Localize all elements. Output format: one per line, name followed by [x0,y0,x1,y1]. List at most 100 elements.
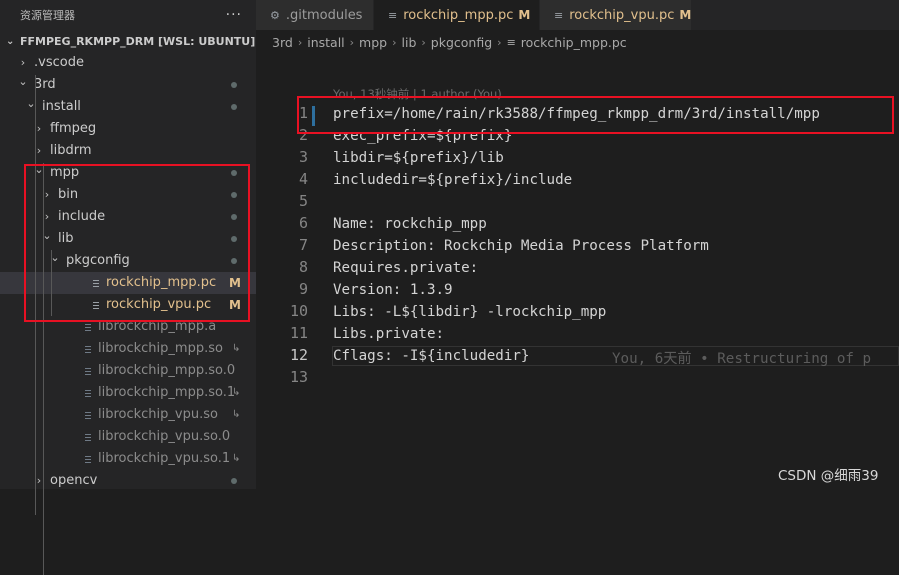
watermark: CSDN @细雨39 [778,468,879,484]
code-line[interactable]: prefix=/home/rain/rk3588/ffmpeg_rkmpp_dr… [333,106,820,122]
code-editor[interactable]: You, 13秒钟前 | 1 author (You) 1 prefix=/hom… [256,54,899,489]
file-lines-icon [84,323,92,333]
tab-gitmodules[interactable]: ⚙ .gitmodules [256,0,374,30]
file-lines-icon: ≡ [554,8,564,22]
code-line[interactable]: Name: rockchip_mpp [333,216,487,232]
file-item[interactable]: librockchip_vpu.so.0 [0,426,256,448]
folder-item[interactable]: ⌄ mpp [0,162,256,184]
settings-file-icon: ⚙ [270,8,280,22]
line-number: 10 [289,302,308,320]
modified-badge: M [229,298,241,312]
indent-guide [51,250,52,316]
chevron-down-icon: ⌄ [6,35,15,47]
code-line[interactable]: includedir=${prefix}/include [333,172,572,188]
tree-item-label: include [58,209,106,224]
file-lines-icon [84,455,92,465]
tree-item-label: librockchip_vpu.so.0 [98,429,231,444]
workspace-name: FFMPEG_RKMPP_DRM [WSL: UBUNTU] [20,34,256,48]
breadcrumb-item[interactable]: mpp [359,35,387,50]
file-lines-icon: ≡ [388,8,398,22]
git-status-dot [231,192,237,198]
line-number: 5 [298,192,308,210]
tab-rockchip-mpp[interactable]: ≡ rockchip_mpp.pc M × [374,0,551,30]
tab-label: rockchip_vpu.pc [569,7,675,23]
line-number: 9 [298,280,308,298]
explorer-header: 资源管理器 ··· [0,0,256,30]
file-lines-icon [92,301,100,311]
codelens-blame[interactable]: You, 13秒钟前 | 1 author (You) [333,86,502,102]
code-line[interactable]: Libs: -L${libdir} -lrockchip_mpp [333,304,606,320]
git-status-dot [231,214,237,220]
code-line[interactable]: Version: 1.3.9 [333,282,453,298]
folder-item[interactable]: ⌄ lib [0,228,256,250]
tab-rockchip-vpu[interactable]: ≡ rockchip_vpu.pc M [540,0,692,30]
line-number: 6 [298,214,308,232]
breadcrumb: 3rd › install › mpp › lib › pkgconfig › … [256,30,899,54]
more-actions-icon[interactable]: ··· [226,7,242,23]
git-status-dot [231,82,237,88]
tree-item-label: librockchip_mpp.so.1 [98,385,236,400]
file-item[interactable]: rockchip_vpu.pc M [0,294,256,316]
tree-item-label: librockchip_vpu.so.1 [98,451,231,466]
file-item[interactable]: librockchip_mpp.so.0 [0,360,256,382]
explorer-sidebar: 资源管理器 ··· ⌄ FFMPEG_RKMPP_DRM [WSL: UBUNT… [0,0,256,575]
tree-item-label: bin [58,187,79,202]
tree-item-label: .vscode [34,55,84,70]
line-number: 7 [298,236,308,254]
file-item[interactable]: librockchip_mpp.so.1 ↳ [0,382,256,404]
file-item[interactable]: librockchip_vpu.so.1 ↳ [0,448,256,470]
file-item[interactable]: librockchip_mpp.so ↳ [0,338,256,360]
workspace-section[interactable]: ⌄ FFMPEG_RKMPP_DRM [WSL: UBUNTU] [0,30,256,52]
file-lines-icon [84,389,92,399]
chevron-right-icon: › [421,35,426,49]
file-item[interactable]: librockchip_vpu.so ↳ [0,404,256,426]
code-line[interactable]: libdir=${prefix}/lib [333,150,504,166]
folder-item[interactable]: › .vscode [0,52,256,74]
tree-item-label: mpp [50,165,80,180]
modified-line-indicator [312,106,315,126]
line-number: 3 [298,148,308,166]
file-item[interactable]: librockchip_mpp.a [0,316,256,338]
symlink-icon: ↳ [232,387,241,398]
tree-item-label: rockchip_vpu.pc [106,297,212,312]
code-line[interactable]: Requires.private: [333,260,478,276]
breadcrumb-item[interactable]: lib [402,35,417,50]
tree-item-label: pkgconfig [66,253,130,268]
tree-item-label: install [42,99,81,114]
tree-item-label: rockchip_mpp.pc [106,275,217,290]
code-line[interactable]: Cflags: -I${includedir} [333,348,529,364]
line-number: 13 [289,368,308,386]
git-status-dot [231,478,237,484]
file-tree: › .vscode ⌄ 3rd ⌄ install › ffmpeg › libdrm ⌄ mpp › b… [0,52,256,575]
file-lines-icon [84,433,92,443]
folder-item[interactable]: › include [0,206,256,228]
breadcrumb-item[interactable]: install [307,35,344,50]
folder-item[interactable]: ⌄ pkgconfig [0,250,256,272]
modified-badge: M [229,276,241,290]
code-line[interactable]: Description: Rockchip Media Process Plat… [333,238,709,254]
modified-badge: M [679,8,692,22]
breadcrumb-item[interactable]: 3rd [272,35,293,50]
line-number: 4 [298,170,308,188]
code-line[interactable]: Libs.private: [333,326,444,342]
code-line[interactable]: exec_prefix=${prefix} [333,128,512,144]
line-number: 12 [289,346,308,364]
breadcrumb-item[interactable]: rockchip_mpp.pc [521,35,627,50]
git-status-dot [231,104,237,110]
breadcrumb-item[interactable]: pkgconfig [431,35,492,50]
file-lines-icon [84,411,92,421]
tree-item-label: librockchip_mpp.so [98,341,223,356]
file-item[interactable]: rockchip_mpp.pc M [0,272,256,294]
folder-item[interactable]: ⌄ 3rd [0,74,256,96]
folder-item[interactable]: › bin [0,184,256,206]
file-lines-icon: ≡ [506,35,516,49]
file-lines-icon [92,279,100,289]
symlink-icon: ↳ [232,343,241,354]
git-status-dot [231,258,237,264]
symlink-icon: ↳ [232,409,241,420]
indent-guide [43,163,44,575]
git-status-dot [231,236,237,242]
folder-item[interactable]: › ffmpeg [0,118,256,140]
tree-item-label: ffmpeg [50,121,97,136]
folder-item[interactable]: ⌄ install [0,96,256,118]
